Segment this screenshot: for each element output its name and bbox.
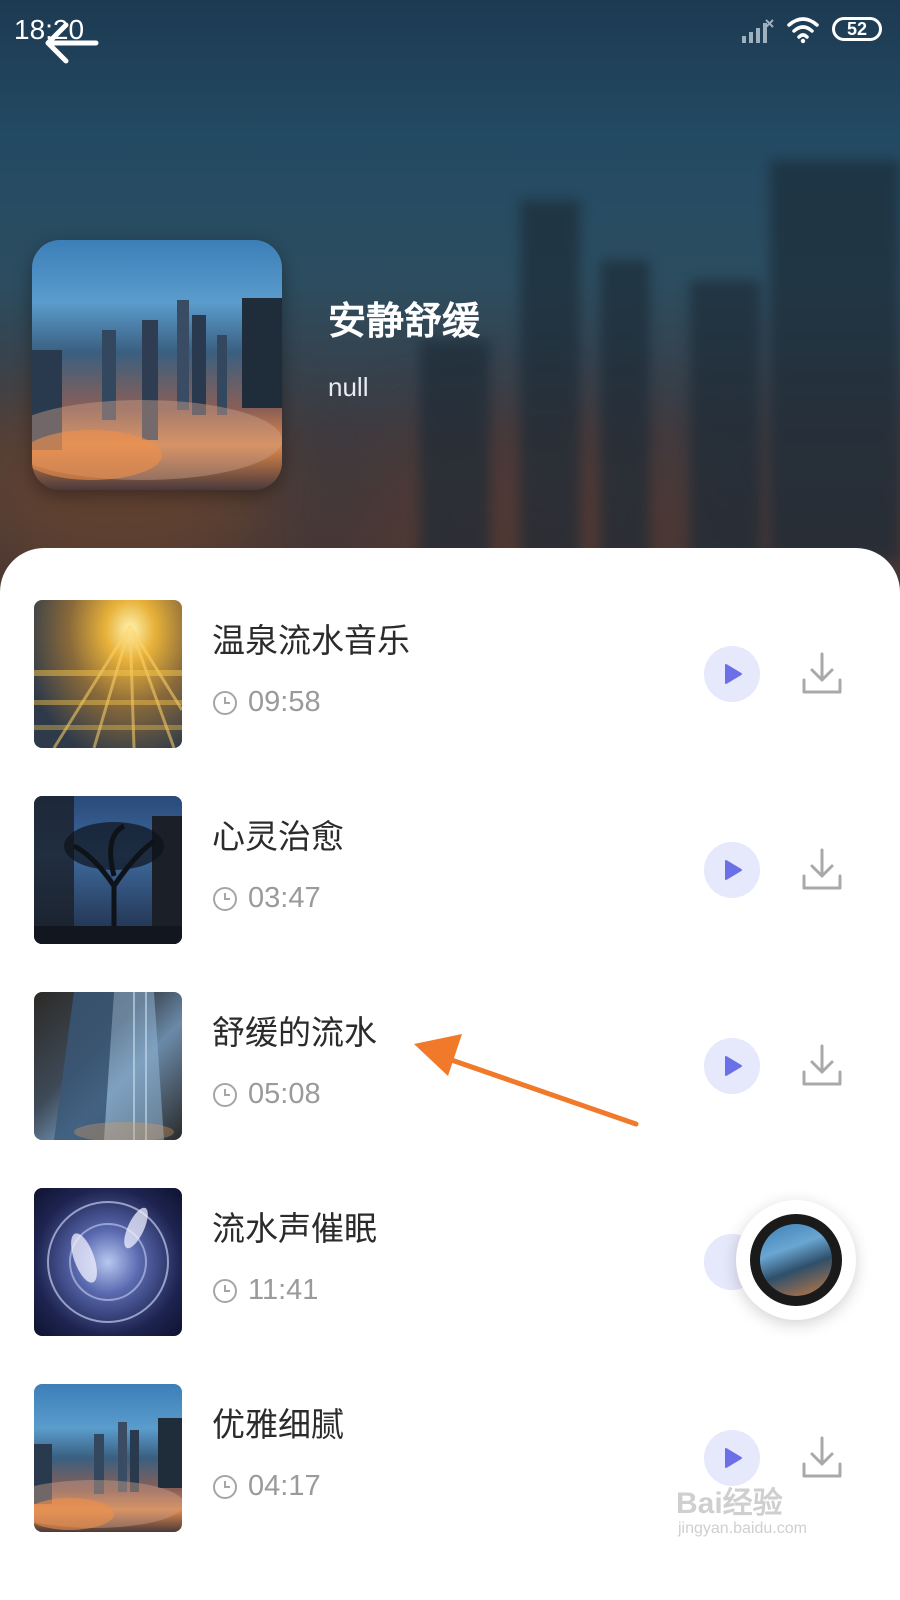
status-bar: 18:20 52 xyxy=(0,0,900,64)
download-icon[interactable] xyxy=(800,1434,844,1482)
signal-icon xyxy=(742,19,774,43)
koi-fish-image xyxy=(47,1201,169,1323)
watermark-url: jingyan.baidu.com xyxy=(678,1520,807,1537)
song-duration: 03:47 xyxy=(248,882,321,914)
song-duration: 11:41 xyxy=(248,1274,319,1306)
download-icon[interactable] xyxy=(800,1042,844,1090)
sun-rays-image xyxy=(34,625,182,748)
song-duration: 09:58 xyxy=(248,686,321,718)
album-title: 安静舒缓 xyxy=(328,299,481,343)
back-arrow-icon[interactable] xyxy=(40,18,100,68)
download-icon[interactable] xyxy=(800,846,844,894)
wifi-icon xyxy=(787,17,819,44)
watermark-brand: Bai经验 xyxy=(676,1487,783,1520)
song-thumbnail xyxy=(34,1188,182,1336)
play-icon xyxy=(725,1056,742,1076)
play-icon xyxy=(725,860,742,880)
song-title: 舒缓的流水 xyxy=(212,1013,377,1052)
background-building xyxy=(420,340,490,560)
album-cover xyxy=(32,240,282,490)
mini-player-disc xyxy=(750,1214,842,1306)
song-title: 流水声催眠 xyxy=(212,1209,377,1248)
song-thumbnail xyxy=(34,600,182,748)
play-button[interactable] xyxy=(704,646,760,702)
background-building xyxy=(690,280,760,560)
background-building xyxy=(600,260,650,560)
song-duration: 05:08 xyxy=(248,1078,321,1110)
play-icon xyxy=(725,664,742,684)
song-thumbnail xyxy=(34,992,182,1140)
mini-player-artwork xyxy=(760,1224,832,1296)
album-header: 18:20 52 安静舒缓 null xyxy=(0,0,900,620)
clock-icon xyxy=(213,1083,237,1107)
clock-icon xyxy=(213,691,237,715)
song-title: 心灵治愈 xyxy=(212,817,344,856)
clock-icon xyxy=(213,1475,237,1499)
battery-indicator: 52 xyxy=(832,17,882,41)
background-building xyxy=(520,200,580,560)
city-skyline-image xyxy=(34,1418,182,1530)
album-subtitle: null xyxy=(328,372,369,402)
song-title: 温泉流水音乐 xyxy=(212,621,410,660)
play-button[interactable] xyxy=(704,842,760,898)
clock-icon xyxy=(213,887,237,911)
song-row[interactable]: 心灵治愈 03:47 xyxy=(0,796,900,946)
song-thumbnail xyxy=(34,1384,182,1532)
watermark: Bai经验 jingyan.baidu.com xyxy=(676,1478,846,1548)
download-icon[interactable] xyxy=(800,650,844,698)
song-duration: 04:17 xyxy=(248,1470,321,1502)
background-building xyxy=(770,160,900,560)
annotation-arrow-icon xyxy=(414,1034,639,1127)
mini-player[interactable] xyxy=(736,1200,856,1320)
tree-silhouette-image xyxy=(34,796,182,944)
city-skyline-image xyxy=(32,298,282,480)
song-thumbnail xyxy=(34,796,182,944)
clock-icon xyxy=(213,1279,237,1303)
song-title: 优雅细腻 xyxy=(212,1405,344,1444)
curtain-window-image xyxy=(54,992,174,1140)
play-icon xyxy=(725,1448,742,1468)
song-row[interactable]: 温泉流水音乐 09:58 xyxy=(0,600,900,750)
battery-level: 52 xyxy=(846,18,868,39)
play-button[interactable] xyxy=(704,1038,760,1094)
